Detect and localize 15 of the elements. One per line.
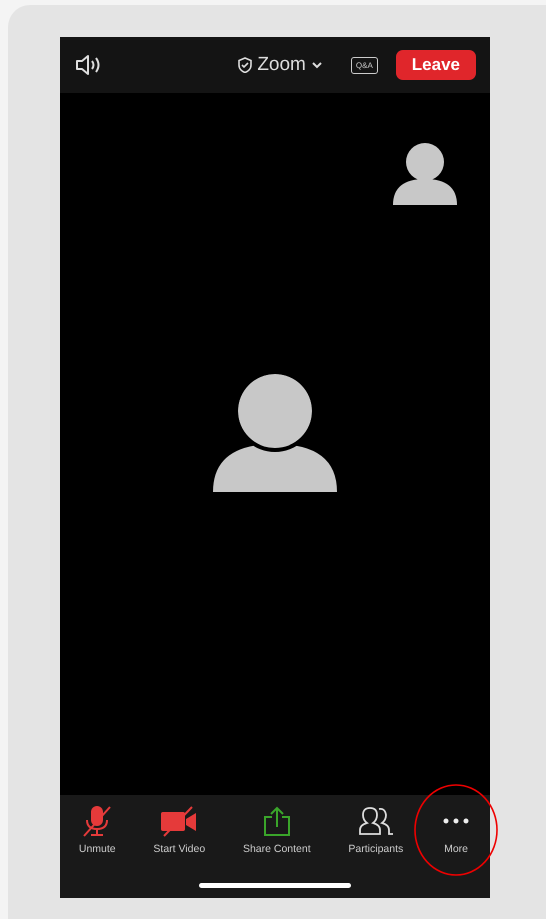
toolbar-button[interactable]: Participants [348, 805, 404, 855]
more-icon [441, 818, 472, 824]
meeting-title-button[interactable]: Zoom [238, 54, 323, 76]
toolbar-button[interactable]: More [413, 784, 500, 876]
person-icon [213, 374, 337, 492]
speaker-icon[interactable] [74, 54, 102, 76]
participants-icon [356, 805, 395, 837]
person-icon [392, 143, 458, 205]
toolbar-button[interactable]: Start Video [153, 805, 206, 855]
toolbar-button[interactable]: Unmute [78, 805, 116, 855]
chevron-icon [310, 61, 323, 69]
toolbar-button[interactable]: Share Content [242, 805, 311, 855]
shield-icon [238, 57, 252, 73]
qa-button[interactable]: Q&A [350, 56, 378, 74]
leave-button[interactable]: Leave [396, 50, 476, 80]
